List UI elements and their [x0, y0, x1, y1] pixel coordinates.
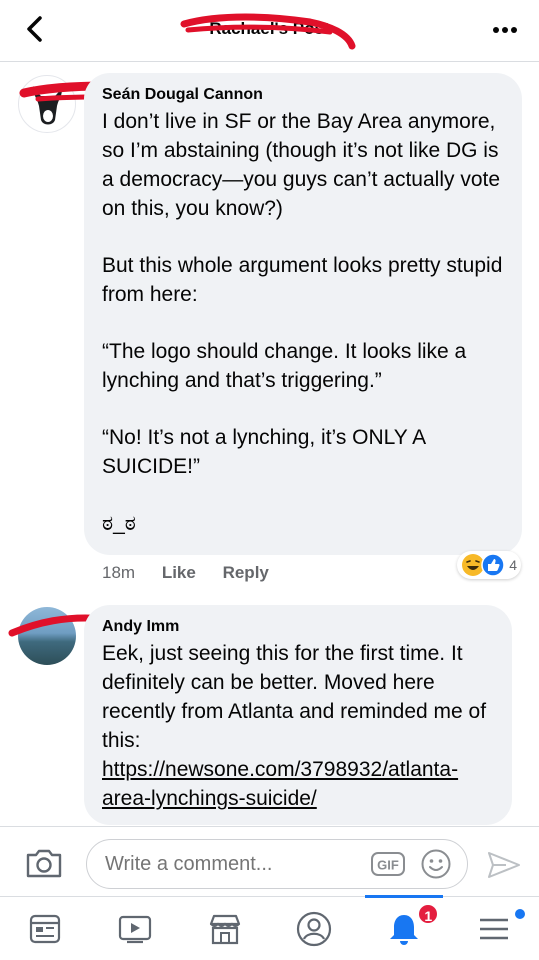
send-button[interactable]: [486, 849, 522, 881]
more-dots-icon: [493, 27, 517, 33]
comment-paragraph: “The logo should change. It looks like a…: [102, 340, 467, 392]
comment-timestamp[interactable]: 18m: [102, 563, 135, 582]
comment-composer: GIF: [0, 826, 539, 896]
comment-text: Eek, just seeing this for the first time…: [102, 639, 494, 813]
comment: Seán Dougal Cannon I don’t live in SF or…: [0, 63, 539, 588]
comments-list[interactable]: Seán Dougal Cannon I don’t live in SF or…: [0, 63, 539, 826]
nav-item-menu[interactable]: [449, 897, 539, 960]
goat-avatar-icon: [33, 86, 63, 125]
nav-item-notifications[interactable]: 1: [359, 895, 449, 960]
camera-icon: [26, 849, 62, 878]
nav-item-marketplace[interactable]: [180, 897, 270, 960]
avatar[interactable]: [18, 607, 76, 665]
camera-button[interactable]: [24, 846, 64, 880]
like-button[interactable]: Like: [162, 563, 196, 582]
comment-author[interactable]: Seán Dougal Cannon: [102, 85, 504, 105]
marketplace-icon: [209, 914, 240, 944]
menu-icon: [480, 918, 509, 939]
emoji-button[interactable]: [420, 848, 452, 880]
gif-label: GIF: [377, 858, 399, 873]
comment-bubble[interactable]: Andy Imm Eek, just seeing this for the f…: [84, 605, 512, 825]
comment-paragraph: Eek, just seeing this for the first time…: [102, 642, 487, 752]
app-screen: Rachael's Post Seán Dougal Cannon I don’…: [0, 0, 539, 960]
smiley-icon: [421, 849, 451, 879]
reactions-summary[interactable]: 4: [457, 551, 521, 579]
bottom-nav: 1: [0, 895, 539, 960]
like-icon: [481, 553, 505, 577]
comment-input[interactable]: [86, 839, 468, 889]
post-header: Rachael's Post: [0, 0, 539, 62]
notification-badge: 1: [417, 903, 440, 925]
nav-item-watch[interactable]: [90, 897, 180, 960]
comment-paragraph: I don’t live in SF or the Bay Area anymo…: [102, 110, 501, 220]
comment-actions: 18m Like Reply: [102, 563, 291, 583]
menu-indicator-dot: [515, 909, 526, 919]
comment-paragraph: “No! It’s not a lynching, it’s ONLY A SU…: [102, 426, 425, 478]
comment-bubble[interactable]: Seán Dougal Cannon I don’t live in SF or…: [84, 73, 522, 555]
reaction-count: 4: [509, 557, 517, 573]
nav-item-feed[interactable]: [0, 897, 90, 960]
profile-icon: [297, 911, 332, 946]
feed-icon: [29, 914, 61, 943]
comment-text: I don’t live in SF or the Bay Area anymo…: [102, 107, 504, 538]
comment-link[interactable]: https://newsone.com/3798932/atlanta-area…: [102, 758, 458, 810]
reply-button[interactable]: Reply: [223, 563, 269, 582]
nav-item-profile[interactable]: [269, 897, 359, 960]
comment-paragraph: But this whole argument looks pretty stu…: [102, 254, 503, 306]
watch-icon: [118, 915, 151, 943]
send-icon: [488, 852, 520, 878]
comment: Andy Imm Eek, just seeing this for the f…: [0, 601, 539, 826]
comment-paragraph: ಠ_ಠ: [102, 512, 136, 535]
comment-author[interactable]: Andy Imm: [102, 617, 494, 637]
notifications-icon: [390, 914, 419, 945]
avatar[interactable]: [18, 75, 76, 133]
page-title: Rachael's Post: [209, 19, 330, 38]
gif-icon: GIF: [371, 852, 405, 876]
more-options-button[interactable]: [489, 16, 521, 44]
gif-button[interactable]: GIF: [370, 850, 406, 878]
